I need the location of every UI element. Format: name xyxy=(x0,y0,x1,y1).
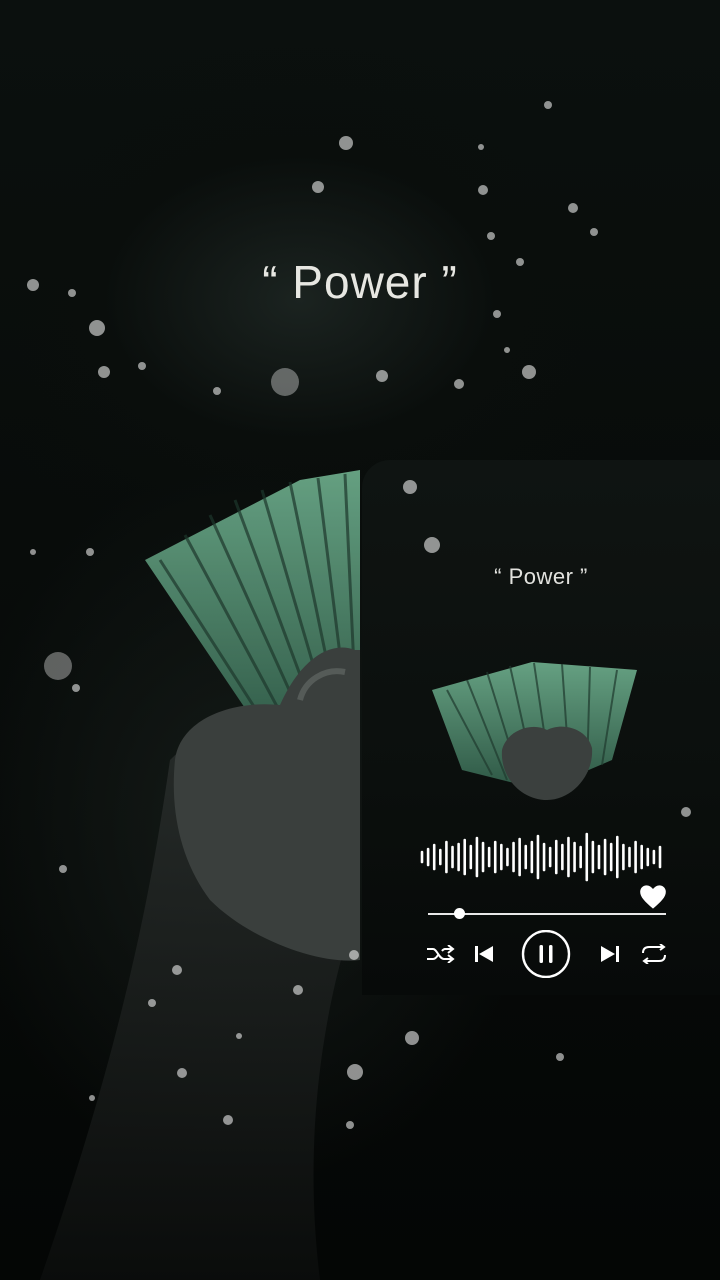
progress-knob[interactable] xyxy=(453,908,465,919)
previous-icon xyxy=(475,946,493,962)
shuffle-icon xyxy=(427,945,455,963)
play-pause-button[interactable] xyxy=(520,930,572,978)
repeat-icon xyxy=(642,944,666,964)
repeat-button[interactable] xyxy=(638,936,670,972)
pause-icon xyxy=(521,930,571,978)
audio-waveform xyxy=(420,832,662,882)
album-artwork xyxy=(432,662,637,800)
music-player-card: “ Power ” xyxy=(362,460,720,995)
song-title: “ Power ” xyxy=(494,564,588,589)
shuffle-button[interactable] xyxy=(424,936,458,972)
next-icon xyxy=(601,946,619,962)
previous-button[interactable] xyxy=(470,936,498,972)
heart-icon[interactable] xyxy=(639,884,667,910)
next-button[interactable] xyxy=(596,936,624,972)
background-title: “ Power ” xyxy=(262,256,458,308)
